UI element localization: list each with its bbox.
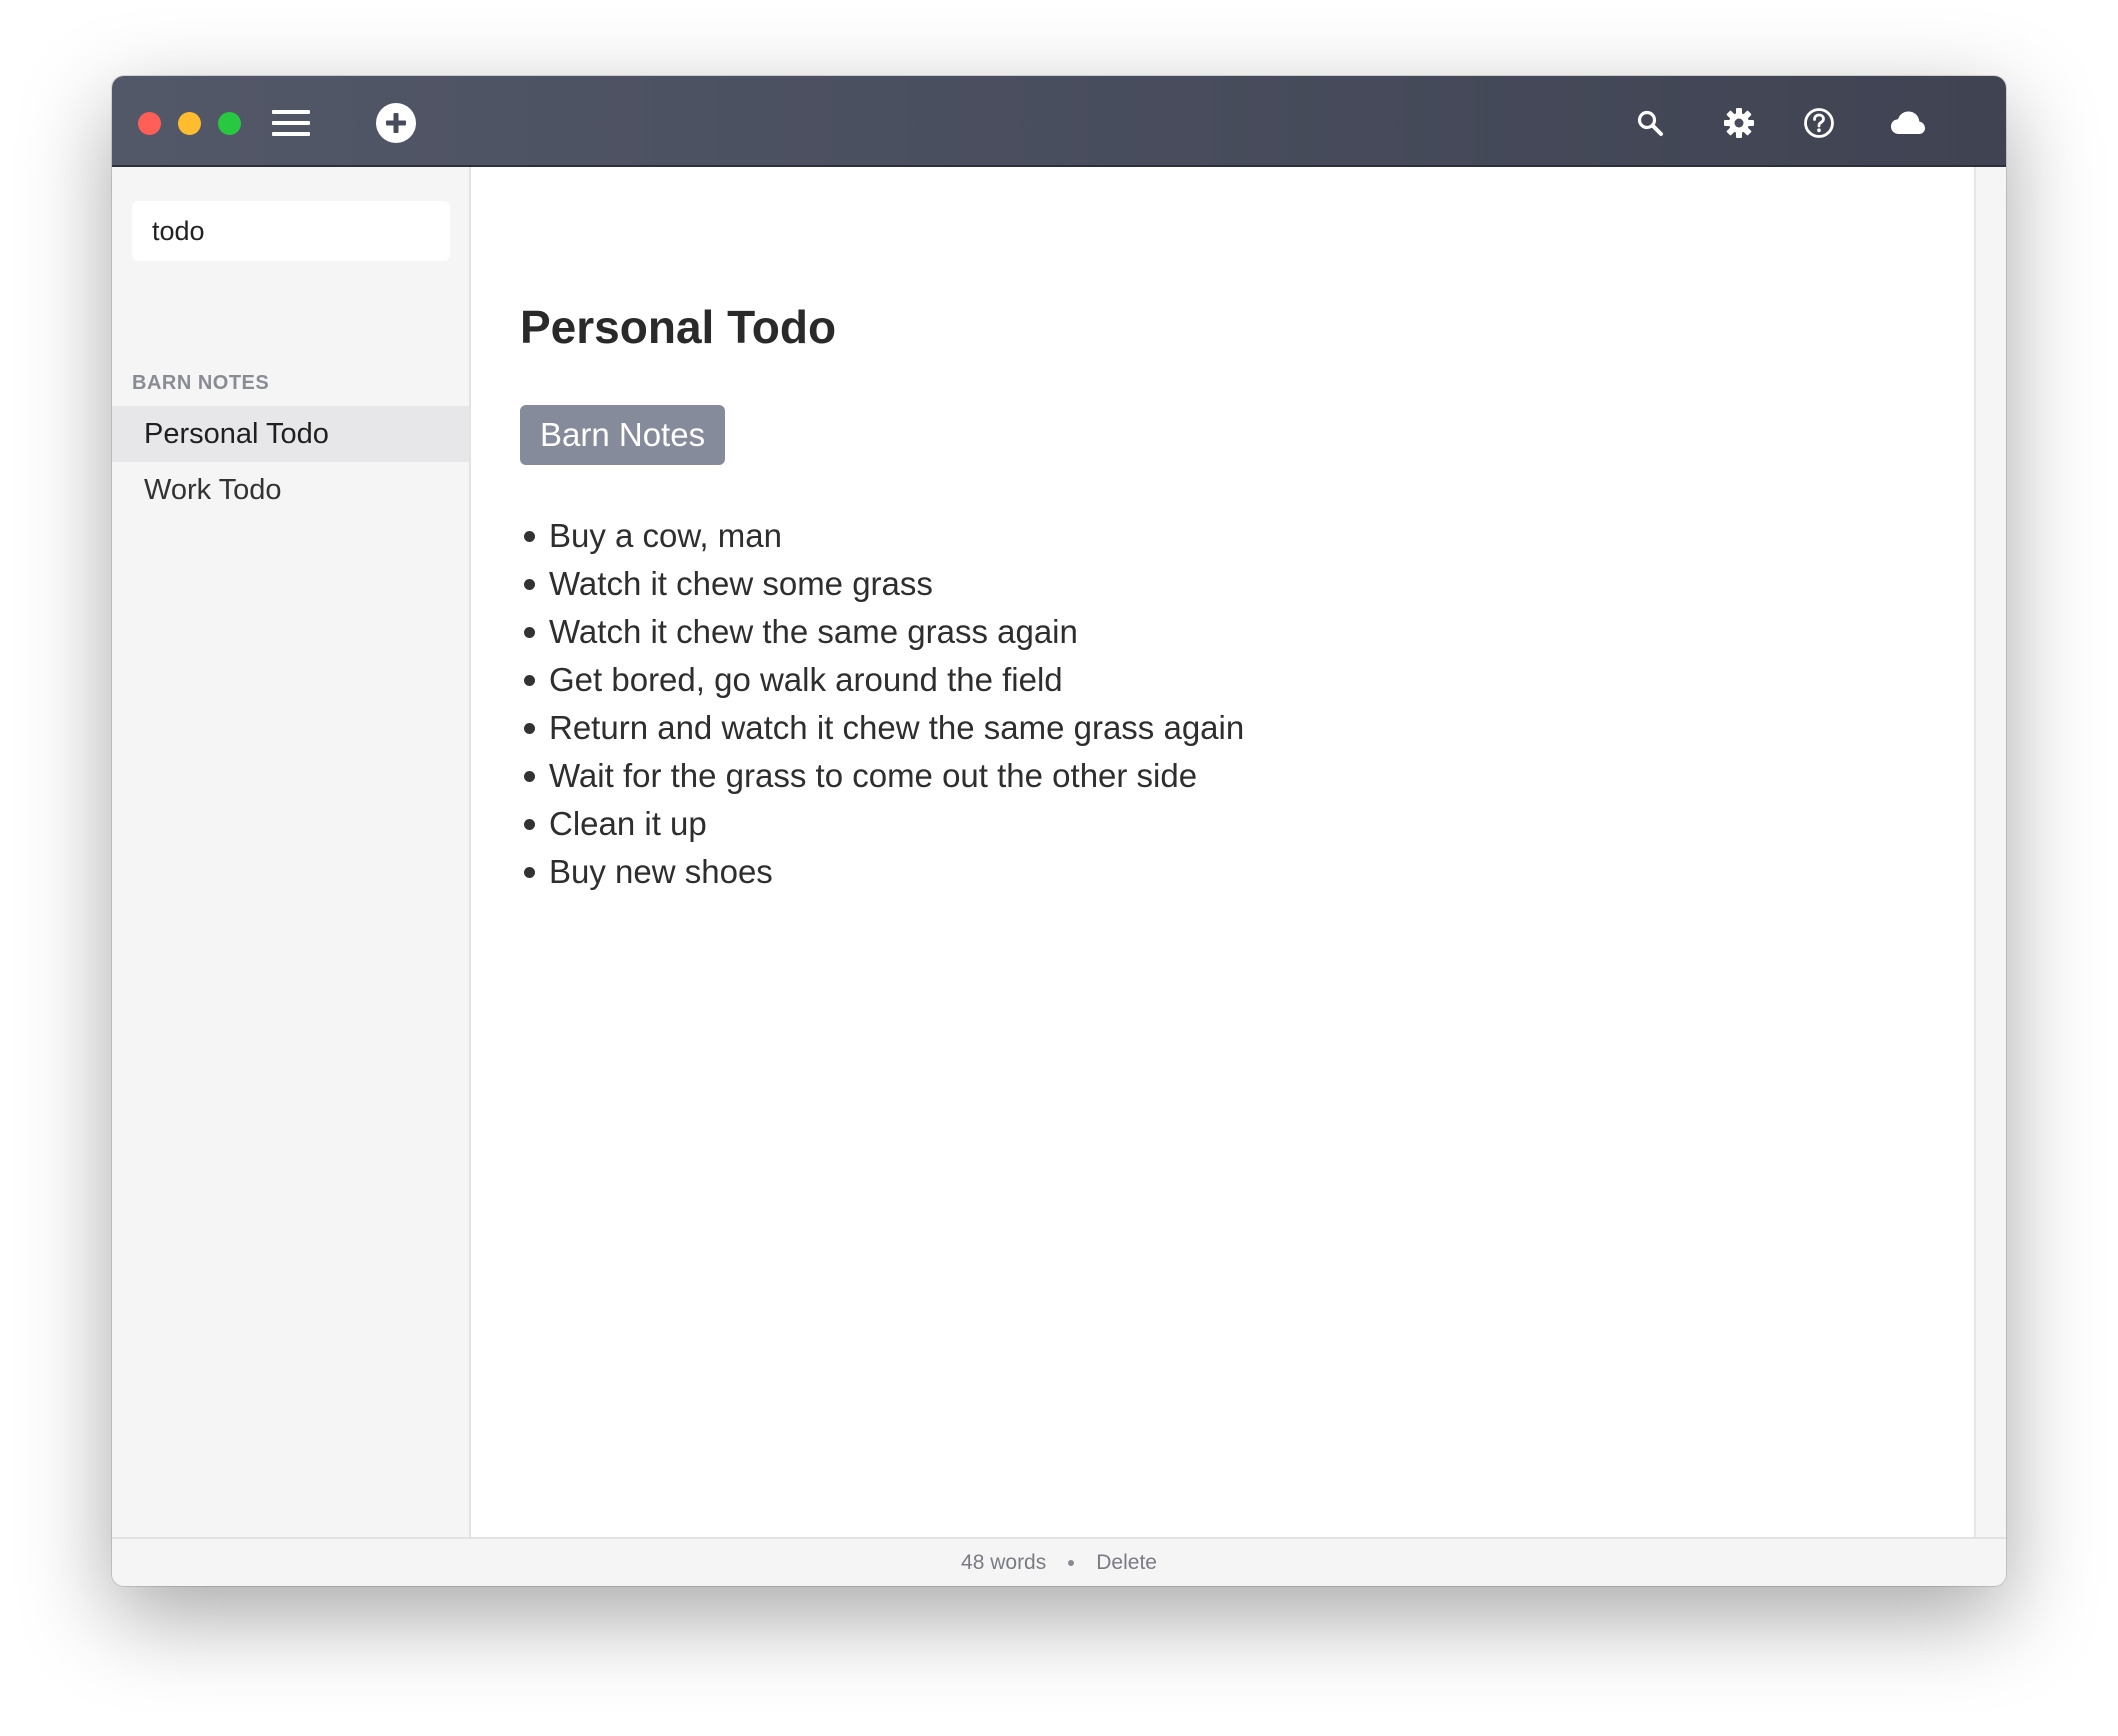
- list-item-text: Get bored, go walk around the field: [549, 661, 1063, 698]
- sidebar-item-label: Personal Todo: [144, 418, 329, 450]
- word-count: 48 words: [961, 1550, 1047, 1574]
- app-window: BARN NOTES Personal Todo Work Todo Perso…: [112, 76, 2006, 1586]
- minimize-window-button[interactable]: [178, 112, 201, 135]
- list-item[interactable]: Buy a cow, man: [520, 512, 1244, 560]
- bullet-icon: [524, 770, 535, 782]
- list-item-text: Wait for the grass to come out the other…: [549, 757, 1198, 794]
- bullet-icon: [524, 722, 535, 734]
- note-editor[interactable]: Personal Todo Barn Notes Buy a cow, man …: [471, 167, 1976, 1537]
- list-item[interactable]: Get bored, go walk around the field: [520, 656, 1244, 704]
- list-item-text: Return and watch it chew the same grass …: [549, 709, 1245, 746]
- cloud-icon[interactable]: [1886, 101, 1930, 145]
- sidebar-item-work-todo[interactable]: Work Todo: [112, 462, 469, 518]
- search-icon[interactable]: [1628, 101, 1672, 145]
- bullet-icon: [524, 866, 535, 878]
- gear-icon[interactable]: [1717, 101, 1761, 145]
- delete-button[interactable]: Delete: [1096, 1551, 1157, 1575]
- list-item-text: Watch it chew the same grass again: [549, 613, 1078, 650]
- tag-chip[interactable]: Barn Notes: [520, 405, 726, 465]
- bullet-icon: [524, 626, 535, 638]
- list-item-text: Buy a cow, man: [549, 517, 782, 554]
- note-title[interactable]: Personal Todo: [520, 300, 836, 354]
- bullet-icon: [524, 818, 535, 830]
- plus-circle-icon[interactable]: [374, 101, 418, 145]
- list-item[interactable]: Watch it chew the same grass again: [520, 608, 1244, 656]
- maximize-window-button[interactable]: [218, 112, 241, 135]
- search-input[interactable]: [132, 201, 450, 261]
- bullet-icon: [524, 674, 535, 686]
- sidebar: BARN NOTES Personal Todo Work Todo: [112, 167, 471, 1537]
- list-item[interactable]: Watch it chew some grass: [520, 560, 1244, 608]
- bullet-icon: [524, 578, 535, 590]
- status-bar: 48 words Delete: [112, 1537, 2006, 1586]
- list-item[interactable]: Wait for the grass to come out the other…: [520, 752, 1244, 800]
- list-item[interactable]: Clean it up: [520, 800, 1244, 848]
- list-item[interactable]: Buy new shoes: [520, 848, 1244, 896]
- close-window-button[interactable]: [138, 112, 161, 135]
- list-item[interactable]: Return and watch it chew the same grass …: [520, 704, 1244, 752]
- sidebar-item-label: Work Todo: [144, 474, 282, 506]
- separator-dot: [1068, 1559, 1075, 1566]
- help-circle-icon[interactable]: [1797, 101, 1841, 145]
- list-item-text: Buy new shoes: [549, 853, 773, 890]
- sidebar-section-label: BARN NOTES: [132, 372, 270, 394]
- sidebar-item-personal-todo[interactable]: Personal Todo: [112, 406, 469, 462]
- todo-list: Buy a cow, man Watch it chew some grass …: [520, 512, 1244, 896]
- bullet-icon: [524, 530, 535, 542]
- list-item-text: Clean it up: [549, 805, 707, 842]
- titlebar: [112, 76, 2006, 167]
- list-item-text: Watch it chew some grass: [549, 565, 933, 602]
- hamburger-menu-icon[interactable]: [269, 101, 313, 145]
